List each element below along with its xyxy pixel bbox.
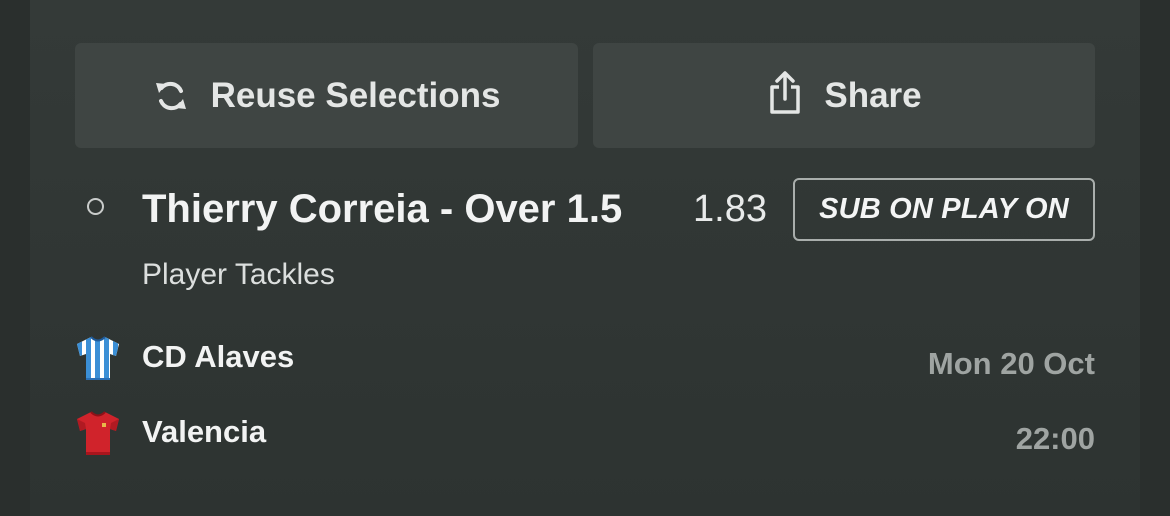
selection-title: Thierry Correia - Over 1.5	[142, 187, 623, 231]
share-icon	[766, 70, 804, 116]
share-button[interactable]: Share	[593, 43, 1095, 148]
refresh-icon	[153, 78, 189, 114]
sub-on-play-on-badge: SUB ON PLAY ON	[793, 178, 1095, 241]
match-date: Mon 20 Oct	[927, 346, 1095, 381]
home-team-name: CD Alaves	[142, 339, 295, 374]
away-team-shirt-icon	[74, 409, 122, 462]
page-background: Reuse Selections Share Thierry Correia -…	[0, 0, 1170, 516]
home-team-shirt-icon	[74, 334, 122, 387]
selection-status-indicator	[87, 198, 104, 215]
share-label: Share	[824, 75, 922, 115]
reuse-selections-button[interactable]: Reuse Selections	[75, 43, 578, 148]
away-team-name: Valencia	[142, 414, 267, 449]
market-name: Player Tackles	[142, 258, 335, 291]
selection-odds: 1.83	[693, 188, 767, 230]
match-time: 22:00	[1015, 421, 1095, 456]
reuse-selections-label: Reuse Selections	[210, 75, 501, 115]
